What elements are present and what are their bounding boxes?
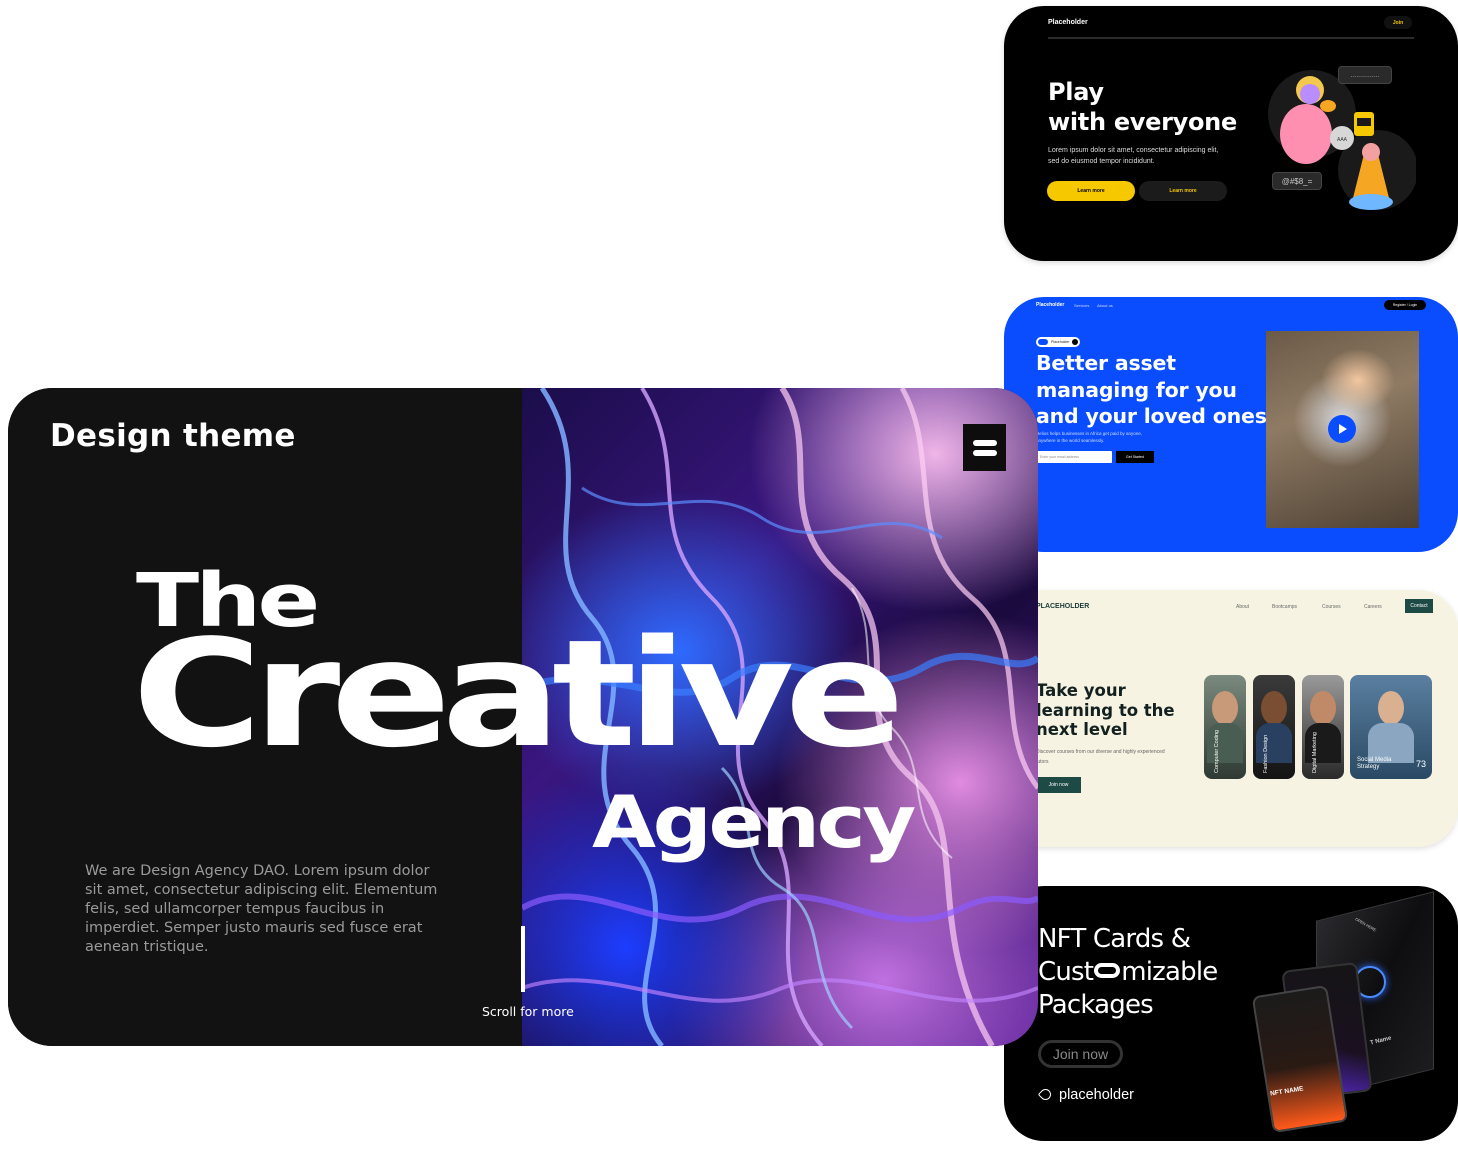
- title-line: Better asset: [1036, 351, 1176, 375]
- headline-agency: Agency: [592, 780, 916, 864]
- headline-creative: Creative: [132, 608, 905, 780]
- hero-description: Discover courses from our diverse and hi…: [1036, 749, 1165, 765]
- avatar: [1212, 691, 1238, 725]
- nav-link-courses[interactable]: Courses: [1322, 604, 1341, 610]
- title-line: learning to the: [1036, 700, 1175, 720]
- get-started-button[interactable]: Get Started: [1116, 451, 1154, 463]
- symbol-chip: @#$8_=: [1272, 172, 1322, 190]
- nav-link-about[interactable]: About: [1236, 604, 1249, 610]
- stacked-bars-icon[interactable]: [963, 424, 1006, 471]
- brand-name[interactable]: Placeholder: [1048, 19, 1088, 26]
- join-button[interactable]: Join: [1384, 16, 1412, 29]
- code-chip: ...............: [1338, 66, 1392, 84]
- brand-name[interactable]: PLACEHOLDER: [1036, 603, 1089, 610]
- course-label: Social Media Strategy: [1357, 757, 1392, 770]
- hero-card: Design theme The Creative Agency We are …: [8, 388, 1038, 1046]
- course-label: Digital Marketing: [1312, 732, 1318, 773]
- brand-name[interactable]: placeholder: [1059, 1087, 1134, 1103]
- nav-link-about[interactable]: About us: [1097, 303, 1113, 308]
- avatar-body: [1207, 723, 1243, 763]
- course-label: Fashion Design: [1263, 734, 1269, 773]
- email-input[interactable]: Enter your email address: [1036, 451, 1112, 463]
- preview-card-nft[interactable]: OPEN HERE T Name NFT NAME NFT Cards & Cu…: [1004, 886, 1458, 1141]
- scroll-label[interactable]: Scroll for more: [482, 1004, 574, 1019]
- arrow-icon: [1072, 339, 1078, 345]
- learn-more-secondary-button[interactable]: Learn more: [1139, 181, 1227, 201]
- scroll-indicator[interactable]: [521, 926, 525, 992]
- title-fragment: Cust: [1038, 957, 1094, 987]
- 3d-character-illustration: AAA: [1268, 70, 1416, 210]
- title-line: and your loved ones: [1036, 404, 1267, 428]
- title-line: next level: [1036, 720, 1128, 739]
- avatar-body: [1256, 723, 1292, 763]
- brand-name[interactable]: Placeholder: [1036, 302, 1064, 308]
- title-fragment: mizable: [1121, 957, 1218, 987]
- join-now-button[interactable]: Join now: [1036, 777, 1081, 793]
- contact-button[interactable]: Contact: [1405, 599, 1433, 613]
- title-line: Play: [1048, 78, 1104, 106]
- tag-icon: [1037, 1086, 1054, 1103]
- course-count: 73: [1415, 759, 1426, 769]
- nav-link-bootcamps[interactable]: Bootcamps: [1272, 604, 1297, 610]
- hero-description: We are Design Agency DAO. Lorem ipsum do…: [85, 863, 438, 955]
- hero-title: Play with everyone: [1048, 77, 1237, 137]
- pill-tag: [1038, 339, 1048, 345]
- learn-more-primary-button[interactable]: Learn more: [1047, 181, 1135, 201]
- preview-card-learning[interactable]: PLACEHOLDER About Bootcamps Courses Care…: [1004, 590, 1458, 847]
- pill-text: Placeholder: [1051, 340, 1070, 344]
- play-icon[interactable]: [1328, 415, 1356, 443]
- oval-o-glyph: [1094, 963, 1121, 978]
- avatar: [1261, 691, 1287, 725]
- title-line: Cust mizable: [1038, 956, 1218, 989]
- course-card-computer-coding[interactable]: Computer Coding: [1204, 675, 1246, 779]
- aaa-badge: AAA: [1337, 137, 1348, 143]
- title-line: NFT Cards &: [1038, 924, 1191, 954]
- nav-link-services[interactable]: Services: [1074, 303, 1089, 308]
- title-line: with everyone: [1048, 108, 1237, 136]
- avatar: [1378, 691, 1404, 725]
- preview-card-asset[interactable]: Placeholder Services About us Register /…: [1004, 297, 1458, 552]
- hero-title: NFT Cards & Cust mizable Packages: [1038, 923, 1218, 1022]
- title-line: Packages: [1038, 990, 1154, 1020]
- header-divider: [1048, 37, 1414, 39]
- hero-title: Take your learning to the next level: [1036, 681, 1175, 740]
- course-card-fashion-design[interactable]: Fashion Design: [1253, 675, 1295, 779]
- hero-description: Helios helps businesses in Africa get pa…: [1036, 431, 1143, 443]
- hero-description: Lorem ipsum dolor sit amet, consectetur …: [1048, 147, 1219, 165]
- avatar-body: [1305, 723, 1341, 763]
- announcement-pill[interactable]: Placeholder: [1036, 337, 1080, 347]
- page: Design theme The Creative Agency We are …: [0, 0, 1458, 1155]
- nav-link-careers[interactable]: Careers: [1364, 604, 1382, 610]
- avatar: [1310, 691, 1336, 725]
- hero-title: Better asset managing for you and your l…: [1036, 350, 1267, 430]
- join-now-button[interactable]: Join now: [1038, 1040, 1123, 1068]
- register-login-button[interactable]: Register / Login: [1384, 300, 1426, 310]
- theme-label: Design theme: [50, 418, 296, 454]
- course-card-digital-marketing[interactable]: Digital Marketing: [1302, 675, 1344, 779]
- preview-card-play[interactable]: Placeholder Join Play with everyone Lore…: [1004, 6, 1458, 261]
- title-line: managing for you: [1036, 377, 1237, 402]
- course-card-social-media-strategy[interactable]: Social Media Strategy 73: [1350, 675, 1432, 779]
- title-line: Take your: [1036, 681, 1126, 700]
- course-label: Computer Coding: [1214, 729, 1220, 773]
